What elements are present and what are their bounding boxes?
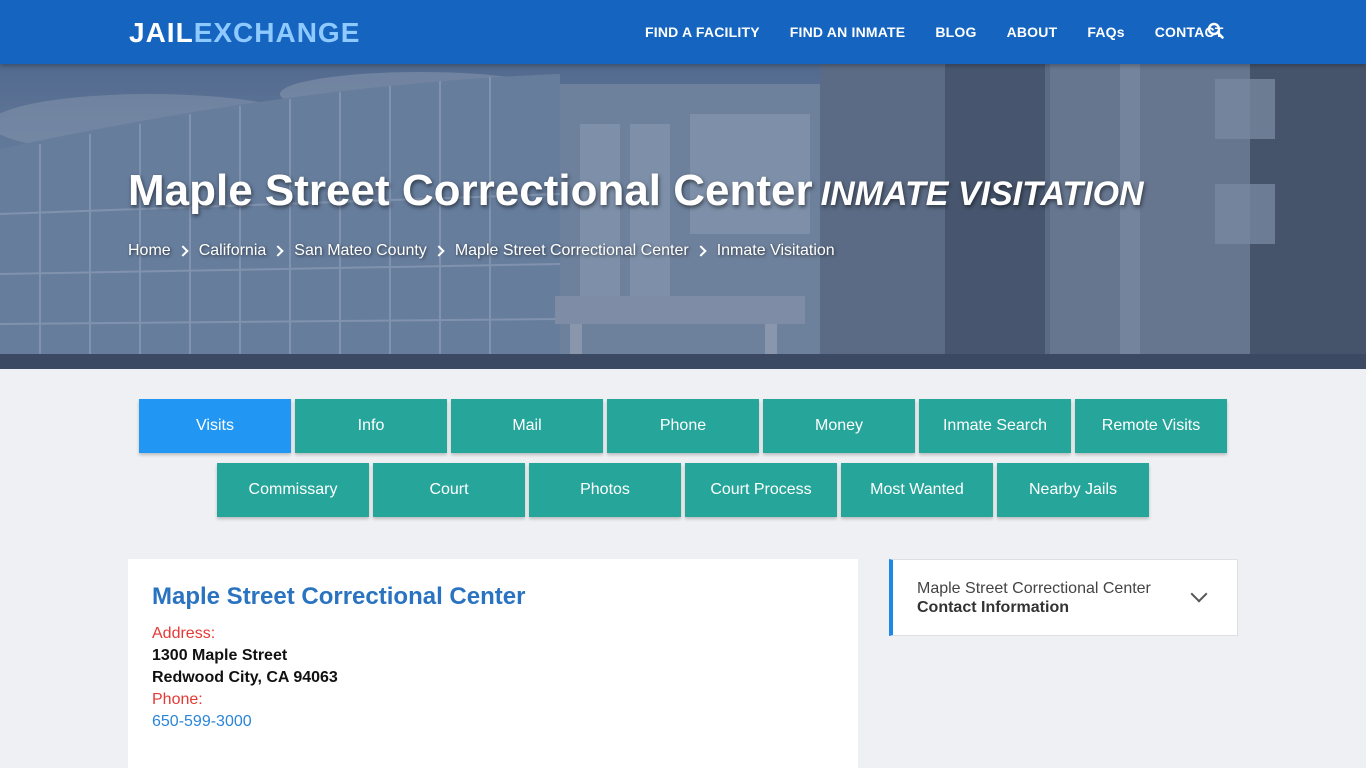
tab-row-1: Visits Info Mail Phone Money Inmate Sear… xyxy=(0,399,1366,453)
tab-nearby-jails[interactable]: Nearby Jails xyxy=(997,463,1149,517)
breadcrumb-facility[interactable]: Maple Street Correctional Center xyxy=(455,242,689,260)
main-nav: FIND A FACILITY FIND AN INMATE BLOG ABOU… xyxy=(630,0,1239,64)
tab-row-2: Commissary Court Photos Court Process Mo… xyxy=(0,463,1366,517)
tab-visits[interactable]: Visits xyxy=(139,399,291,453)
top-navbar: JAILEXCHANGE FIND A FACILITY FIND AN INM… xyxy=(0,0,1366,64)
nav-faqs[interactable]: FAQs xyxy=(1072,24,1139,40)
tab-inmate-search[interactable]: Inmate Search xyxy=(919,399,1071,453)
sidebar-facility-name: Maple Street Correctional Center xyxy=(917,580,1151,597)
address-line-2: Redwood City, CA 94063 xyxy=(152,669,338,686)
tab-mail[interactable]: Mail xyxy=(451,399,603,453)
logo-part-jail: JAIL xyxy=(129,17,194,48)
tab-info[interactable]: Info xyxy=(295,399,447,453)
page-subtitle: INMATE VISITATION xyxy=(820,175,1144,213)
breadcrumb-current: Inmate Visitation xyxy=(716,242,835,259)
tab-remote-visits[interactable]: Remote Visits xyxy=(1075,399,1227,453)
breadcrumb-county[interactable]: San Mateo County xyxy=(294,242,427,260)
chevron-right-icon xyxy=(272,245,284,257)
tab-phone[interactable]: Phone xyxy=(607,399,759,453)
address-label: Address: xyxy=(152,625,216,642)
tab-commissary[interactable]: Commissary xyxy=(217,463,369,517)
phone-label: Phone: xyxy=(152,691,203,708)
nav-find-inmate[interactable]: FIND AN INMATE xyxy=(775,24,921,40)
tab-money[interactable]: Money xyxy=(763,399,915,453)
logo-part-exchange: EXCHANGE xyxy=(193,17,361,48)
nav-about[interactable]: ABOUT xyxy=(992,24,1073,40)
search-icon[interactable] xyxy=(1207,22,1225,40)
hero-banner: Maple Street Correctional Center INMATE V… xyxy=(0,64,1366,369)
sidebar-contact-heading: Contact Information xyxy=(917,599,1069,616)
facility-info-card: Maple Street Correctional Center Address… xyxy=(128,559,858,768)
phone-link[interactable]: 650-599-3000 xyxy=(152,711,834,733)
tab-photos[interactable]: Photos xyxy=(529,463,681,517)
breadcrumb: Home California San Mateo County Maple S… xyxy=(128,242,835,260)
contact-info-accordion[interactable]: Maple Street Correctional Center Contact… xyxy=(889,559,1238,636)
hero-overlay xyxy=(0,64,1366,369)
tab-court[interactable]: Court xyxy=(373,463,525,517)
site-logo[interactable]: JAILEXCHANGE xyxy=(129,16,360,50)
nav-blog[interactable]: BLOG xyxy=(920,24,991,40)
page-title: Maple Street Correctional Center INMATE V… xyxy=(128,166,1144,216)
nav-find-facility[interactable]: FIND A FACILITY xyxy=(630,24,775,40)
address-line-1: 1300 Maple Street xyxy=(152,647,288,664)
breadcrumb-home[interactable]: Home xyxy=(128,242,171,260)
chevron-right-icon xyxy=(433,245,445,257)
tab-most-wanted[interactable]: Most Wanted xyxy=(841,463,993,517)
breadcrumb-state[interactable]: California xyxy=(199,242,267,260)
tab-court-process[interactable]: Court Process xyxy=(685,463,837,517)
facility-title: Maple Street Correctional Center xyxy=(128,166,813,215)
chevron-right-icon xyxy=(177,245,189,257)
chevron-right-icon xyxy=(695,245,707,257)
facility-name-heading: Maple Street Correctional Center xyxy=(152,583,526,610)
